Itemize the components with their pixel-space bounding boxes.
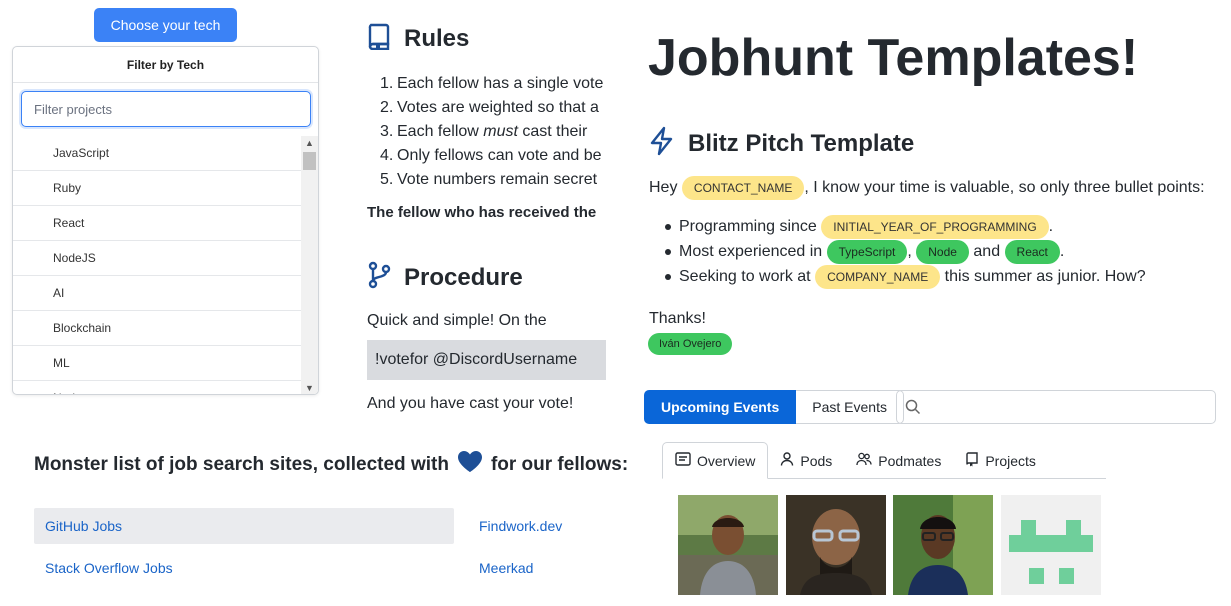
scroll-down-arrow-icon[interactable]: ▼ [301, 381, 318, 394]
procedure-outro: And you have cast your vote! [367, 395, 574, 412]
pitch-bullet: Programming since INITIAL_YEAR_OF_PROGRA… [665, 214, 1146, 239]
pitch-bullet: Most experienced in TypeScript, Node and… [665, 239, 1146, 264]
pitch-bullets: Programming since INITIAL_YEAR_OF_PROGRA… [665, 214, 1146, 289]
site-link-findwork[interactable]: Findwork.dev [479, 518, 562, 534]
rule-item: 3. Each fellow must cast their [380, 123, 588, 140]
tab-overview[interactable]: Overview [662, 442, 769, 479]
procedure-heading: Procedure [366, 261, 523, 294]
filter-projects-input[interactable] [21, 91, 311, 127]
winner-rule-text: The fellow who has received the [367, 204, 597, 221]
repo-icon [965, 451, 979, 470]
scroll-up-arrow-icon[interactable]: ▲ [301, 136, 318, 150]
site-link-stack-overflow-jobs[interactable]: Stack Overflow Jobs [45, 560, 173, 576]
avatar[interactable] [1001, 495, 1101, 595]
avatar[interactable] [786, 495, 886, 595]
overview-icon [675, 452, 691, 469]
git-branch-icon [366, 261, 392, 294]
tech-tag: Node [916, 239, 969, 264]
tech-list-scrollbar[interactable]: ▲ ▼ [301, 136, 318, 394]
lightning-icon [648, 126, 676, 161]
choose-tech-button[interactable]: Choose your tech [94, 8, 237, 42]
tech-item-ml[interactable]: ML [13, 346, 302, 381]
tab-projects[interactable]: Projects [953, 442, 1048, 479]
placeholder-tag: COMPANY_NAME [815, 264, 941, 289]
rule-item: 1. Each fellow has a single vote [380, 75, 604, 92]
people-icon [856, 452, 872, 469]
jobsites-heading: Monster list of job search sites, collec… [34, 450, 628, 479]
tech-item-ai[interactable]: AI [13, 276, 302, 311]
rule-item: 4. Only fellows can vote and be [380, 147, 602, 164]
blitz-heading: Blitz Pitch Template [648, 126, 914, 161]
author-tag: Iván Ovejero [648, 333, 733, 355]
filter-title: Filter by Tech [13, 47, 318, 83]
tab-podmates[interactable]: Podmates [844, 442, 953, 479]
events-search-input[interactable] [896, 390, 1216, 424]
tech-tag: TypeScript [826, 239, 908, 264]
tech-item-node[interactable]: Node [13, 381, 302, 394]
book-icon [366, 22, 392, 55]
tab-pods[interactable]: Pods [768, 442, 844, 479]
heart-icon [457, 450, 483, 479]
avatar[interactable] [893, 495, 993, 595]
search-icon [905, 399, 921, 420]
events-toggle: Upcoming Events Past Events [644, 390, 904, 424]
placeholder-tag: INITIAL_YEAR_OF_PROGRAMMING [821, 214, 1049, 239]
tech-item-react[interactable]: React [13, 206, 302, 241]
person-icon [780, 452, 794, 469]
upcoming-events-button[interactable]: Upcoming Events [644, 390, 797, 424]
tech-item-nodejs[interactable]: NodeJS [13, 241, 302, 276]
scroll-thumb[interactable] [303, 152, 316, 170]
page-title: Jobhunt Templates! [648, 29, 1139, 87]
rules-heading: Rules [366, 22, 469, 55]
rules-title: Rules [404, 24, 470, 52]
tech-list: JavaScript Ruby React NodeJS AI Blockcha… [13, 136, 302, 394]
pitch-bullet: Seeking to work at COMPANY_NAME this sum… [665, 264, 1146, 289]
placeholder-tag: CONTACT_NAME [681, 176, 805, 200]
blitz-title: Blitz Pitch Template [688, 129, 915, 157]
tech-item-javascript[interactable]: JavaScript [13, 136, 302, 171]
past-events-button[interactable]: Past Events [796, 390, 904, 424]
procedure-title: Procedure [404, 263, 523, 291]
avatar[interactable] [678, 495, 778, 595]
vote-command: !votefor @DiscordUsername [367, 340, 606, 380]
site-link-github-jobs[interactable]: GitHub Jobs [45, 518, 122, 534]
pitch-thanks: Thanks! [649, 310, 706, 327]
procedure-intro: Quick and simple! On the [367, 312, 547, 329]
rule-item: 2. Votes are weighted so that a [380, 99, 599, 116]
tech-item-blockchain[interactable]: Blockchain [13, 311, 302, 346]
rule-item: 5. Vote numbers remain secret [380, 171, 598, 188]
pitch-greeting: Hey CONTACT_NAME, I know your time is va… [649, 176, 1205, 200]
rules-list: 1. Each fellow has a single vote 2. Votes … [380, 72, 604, 192]
filter-panel: Filter by Tech JavaScript Ruby React Nod… [12, 46, 319, 395]
site-link-meerkad[interactable]: Meerkad [479, 560, 533, 576]
tech-tag: React [1004, 239, 1060, 264]
event-tabs: Overview Pods Podmates Projects [662, 442, 1106, 479]
tech-item-ruby[interactable]: Ruby [13, 171, 302, 206]
